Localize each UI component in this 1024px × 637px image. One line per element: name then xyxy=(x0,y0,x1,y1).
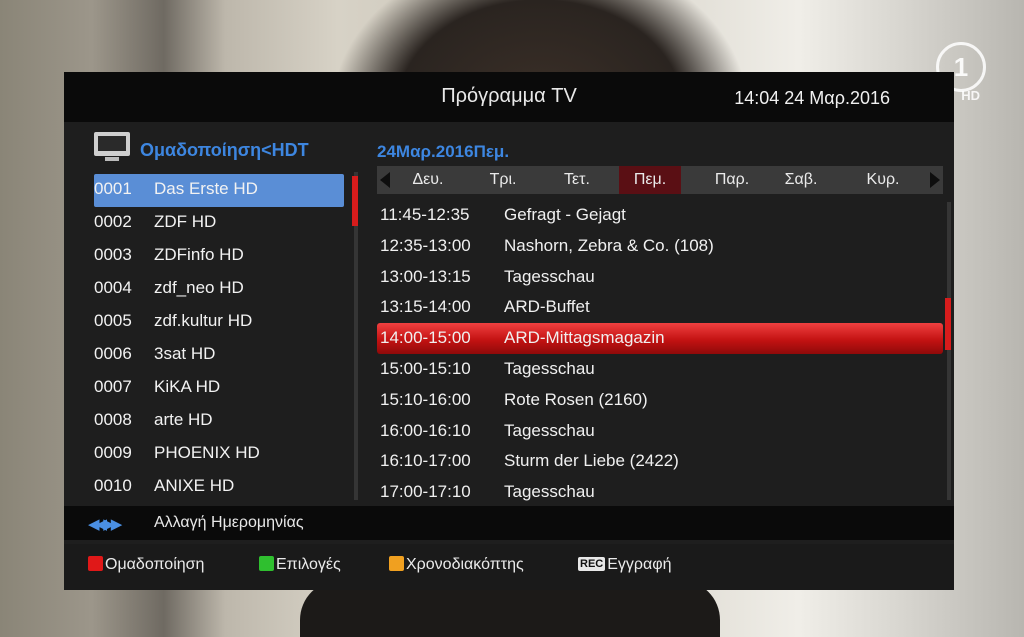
channel-name: Das Erste HD xyxy=(154,179,258,198)
program-title: Tagesschau xyxy=(504,266,595,286)
day-tab[interactable]: Πεμ. xyxy=(619,166,681,194)
channel-number: 0009 xyxy=(94,443,132,462)
green-key-label: Επιλογές xyxy=(276,556,341,573)
record-button[interactable]: REC Εγγραφή xyxy=(578,556,672,574)
day-tab[interactable]: Δευ. xyxy=(393,166,463,194)
channel-row[interactable]: 0004 zdf_neo HD xyxy=(94,273,344,306)
program-row[interactable]: 15:00-15:10 Tagesschau xyxy=(377,354,943,385)
channel-number: 0002 xyxy=(94,212,132,231)
channel-name: KiKA HD xyxy=(154,377,221,396)
day-tab[interactable]: Τρι. xyxy=(468,166,538,194)
channel-row[interactable]: 0002 ZDF HD xyxy=(94,207,344,240)
program-row[interactable]: 11:45-12:35 Gefragt - Gejagt xyxy=(377,200,943,231)
channel-number: 0007 xyxy=(94,377,132,396)
program-time: 11:45-12:35 xyxy=(380,205,470,224)
day-tab[interactable]: Σαβ. xyxy=(766,166,836,194)
channel-name: PHOENIX HD xyxy=(154,443,260,462)
channel-name: zdf.kultur HD xyxy=(154,311,253,330)
program-title: ARD-Mittagsmagazin xyxy=(504,328,665,348)
day-tab[interactable]: Παρ. xyxy=(697,166,767,194)
program-scrollbar-thumb[interactable] xyxy=(945,298,951,350)
day-tab[interactable]: Κυρ. xyxy=(848,166,918,194)
channel-row[interactable]: 0001 Das Erste HD xyxy=(94,174,344,207)
channel-name: zdf_neo HD xyxy=(154,278,244,297)
program-list: 11:45-12:35 Gefragt - Gejagt 12:35-13:00 Na… xyxy=(377,200,943,508)
channel-name: ZDFinfo HD xyxy=(154,245,244,264)
program-scrollbar[interactable] xyxy=(947,202,951,500)
program-title: Tagesschau xyxy=(504,482,595,502)
yellow-key-icon xyxy=(389,556,404,571)
channel-number: 0003 xyxy=(94,245,132,264)
channel-name: arte HD xyxy=(154,410,213,429)
program-title: Nashorn, Zebra & Co. (108) xyxy=(504,235,714,255)
program-title: Sturm der Liebe (2422) xyxy=(504,451,679,471)
channel-number: 0006 xyxy=(94,344,132,363)
red-key-icon xyxy=(88,556,103,571)
channel-row[interactable]: 0009 PHOENIX HD xyxy=(94,438,344,471)
channel-number: 0004 xyxy=(94,278,132,297)
program-title: Rote Rosen (2160) xyxy=(504,389,648,409)
program-row[interactable]: 13:00-13:15 Tagesschau xyxy=(377,262,943,293)
epg-panel: Πρόγραμμα TV 14:04 24 Μαρ.2016 Ομαδοποίη… xyxy=(64,72,954,590)
channel-number: 0005 xyxy=(94,311,132,330)
channel-row[interactable]: 0007 KiKA HD xyxy=(94,372,344,405)
date-label: 24Μαρ.2016Πεμ. xyxy=(377,142,510,161)
hint-text: Αλλαγή Ημερομηνίας xyxy=(154,514,304,531)
program-time: 16:10-17:00 xyxy=(380,451,471,471)
yellow-key-label: Χρονοδιακόπτης xyxy=(406,556,524,573)
program-title: ARD-Buffet xyxy=(504,297,590,317)
program-time: 15:10-16:00 xyxy=(380,389,471,409)
program-time: 14:00-15:00 xyxy=(380,328,471,348)
program-row[interactable]: 14:00-15:00 ARD-Mittagsmagazin xyxy=(377,323,943,354)
clock: 14:04 24 Μαρ.2016 xyxy=(734,88,890,108)
title-bar: Πρόγραμμα TV 14:04 24 Μαρ.2016 xyxy=(64,72,954,122)
program-time: 16:00-16:10 xyxy=(380,420,471,440)
red-key-button[interactable]: Ομαδοποίηση xyxy=(88,556,204,574)
channel-row[interactable]: 0006 3sat HD xyxy=(94,339,344,372)
green-key-icon xyxy=(259,556,274,571)
rewind-forward-icon: ◀◀ ▶▶ xyxy=(88,516,122,533)
program-row[interactable]: 16:00-16:10 Tagesschau xyxy=(377,416,943,447)
channel-scrollbar-thumb[interactable] xyxy=(352,176,358,226)
program-time: 13:00-13:15 xyxy=(380,266,471,286)
day-selector: Δευ. Τρι. Τετ. Πεμ. Παρ. Σαβ. Κυρ. xyxy=(377,166,943,194)
channel-name: 3sat HD xyxy=(154,344,216,363)
program-row[interactable]: 16:10-17:00 Sturm der Liebe (2422) xyxy=(377,446,943,477)
yellow-key-button[interactable]: Χρονοδιακόπτης xyxy=(389,556,524,574)
channel-row[interactable]: 0010 ANIXE HD xyxy=(94,471,344,504)
tv-icon xyxy=(94,132,130,161)
program-row[interactable]: 13:15-14:00 ARD-Buffet xyxy=(377,292,943,323)
channel-list: 0001 Das Erste HD 0002 ZDF HD 0003 ZDFinfo HD… xyxy=(94,174,344,504)
rec-badge-icon: REC xyxy=(578,557,606,571)
channel-number: 0010 xyxy=(94,476,132,495)
channel-row[interactable]: 0005 zdf.kultur HD xyxy=(94,306,344,339)
channel-row[interactable]: 0003 ZDFinfo HD xyxy=(94,240,344,273)
channel-row[interactable]: 0008 arte HD xyxy=(94,405,344,438)
group-label[interactable]: Ομαδοποίηση<HDT xyxy=(140,140,309,161)
day-tab[interactable]: Τετ. xyxy=(542,166,612,194)
program-time: 12:35-13:00 xyxy=(380,235,471,255)
channel-number: 0008 xyxy=(94,410,132,429)
green-key-button[interactable]: Επιλογές xyxy=(259,556,341,574)
channel-number: 0001 xyxy=(94,179,132,198)
program-row[interactable]: 17:00-17:10 Tagesschau xyxy=(377,477,943,508)
footer-bar: Ομαδοποίηση Επιλογές Χρονοδιακόπτης REC Ε… xyxy=(64,544,954,590)
program-title: Tagesschau xyxy=(504,420,595,440)
program-row[interactable]: 12:35-13:00 Nashorn, Zebra & Co. (108) xyxy=(377,231,943,262)
program-time: 17:00-17:10 xyxy=(380,482,471,502)
record-label: Εγγραφή xyxy=(607,556,672,573)
hint-bar: ◀◀ ▶▶ Αλλαγή Ημερομηνίας xyxy=(64,506,954,540)
program-title: Tagesschau xyxy=(504,358,595,378)
program-row[interactable]: 15:10-16:00 Rote Rosen (2160) xyxy=(377,385,943,416)
channel-name: ANIXE HD xyxy=(154,476,235,495)
program-time: 15:00-15:10 xyxy=(380,358,471,378)
prev-day-icon[interactable] xyxy=(380,172,390,188)
red-key-label: Ομαδοποίηση xyxy=(105,556,205,573)
program-time: 13:15-14:00 xyxy=(380,297,471,317)
next-day-icon[interactable] xyxy=(930,172,940,188)
channel-logo-hd: HD xyxy=(961,88,980,103)
program-title: Gefragt - Gejagt xyxy=(504,205,626,224)
channel-name: ZDF HD xyxy=(154,212,217,231)
